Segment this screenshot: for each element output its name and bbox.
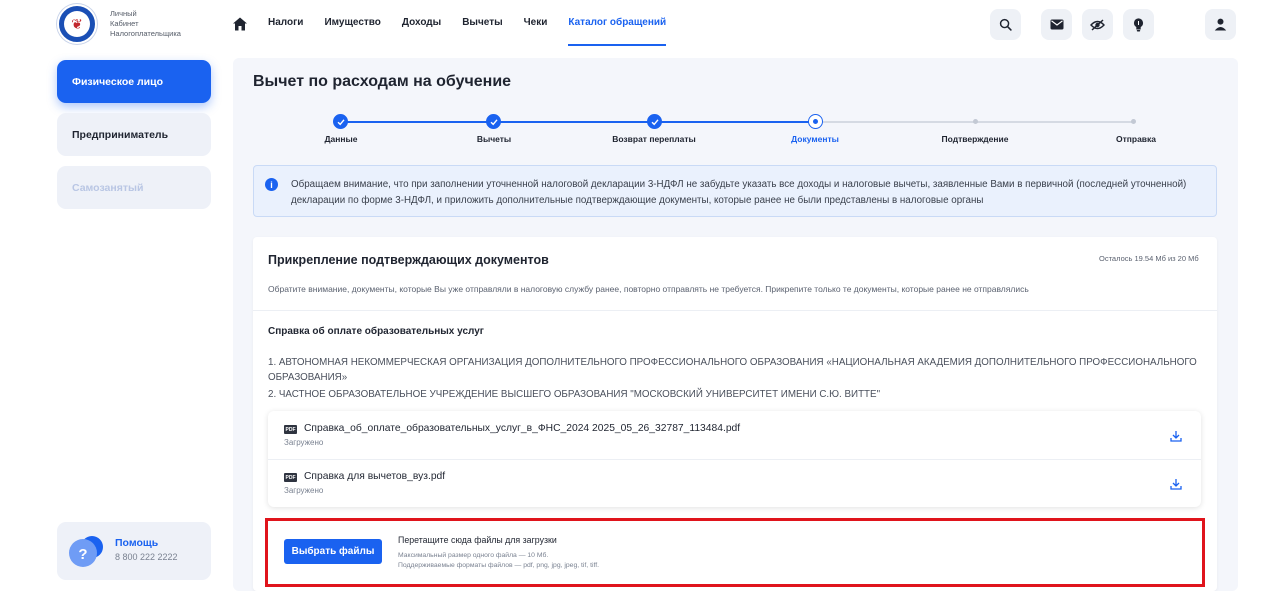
download-icon[interactable]: [1170, 430, 1182, 442]
sidebar-item-self-employed[interactable]: Самозанятый: [57, 166, 211, 209]
main-nav: Налоги Имущество Доходы Вычеты Чеки Ката…: [268, 0, 687, 48]
dropzone-format-hint: Поддерживаемые форматы файлов — pdf, png…: [398, 562, 600, 569]
info-notice: i Обращаем внимание, что при заполнении …: [253, 165, 1217, 217]
mail-icon: [1050, 19, 1063, 30]
sidebar-item-individual[interactable]: Физическое лицо: [57, 60, 211, 103]
step-confirmation-dot-icon: [973, 119, 978, 124]
step-deductions-check-icon[interactable]: [486, 114, 501, 129]
help-widget[interactable]: ? Помощь 8 800 222 2222: [57, 522, 211, 580]
dropzone-size-hint: Максимальный размер одного файла — 10 Мб…: [398, 552, 549, 559]
emblem-icon: ❦: [64, 11, 90, 37]
step-label-data: Данные: [324, 134, 358, 144]
uploaded-files-list: PDF Справка_об_оплате_образовательных_ус…: [268, 411, 1201, 507]
progress-stepper: Данные Вычеты Возврат переплаты Документ…: [253, 112, 1217, 148]
section-title: Справка об оплате образовательных услуг: [268, 326, 484, 337]
svg-text:?: ?: [78, 546, 87, 563]
download-icon[interactable]: [1170, 478, 1182, 490]
institution-item: 1. АВТОНОМНАЯ НЕКОММЕРЧЕСКАЯ ОРГАНИЗАЦИЯ…: [268, 357, 1197, 383]
sidebar-item-entrepreneur[interactable]: Предприниматель: [57, 113, 211, 156]
attach-title: Прикрепление подтверждающих документов: [268, 253, 549, 267]
step-label-documents: Документы: [791, 134, 839, 144]
home-icon[interactable]: [232, 16, 248, 32]
brand-text[interactable]: Личный Кабинет Налогоплательщика: [110, 9, 181, 39]
messages-button[interactable]: [1041, 9, 1072, 40]
pdf-file-icon: PDF: [284, 473, 297, 482]
nav-item-taxes[interactable]: Налоги: [268, 0, 303, 48]
institution-item: 2. ЧАСТНОЕ ОБРАЗОВАТЕЛЬНОЕ УЧРЕЖДЕНИЕ ВЫ…: [268, 389, 881, 400]
brand-line: Кабинет: [110, 19, 139, 28]
step-label-refund: Возврат переплаты: [612, 134, 696, 144]
file-status: Загружено: [284, 438, 324, 447]
help-phone[interactable]: 8 800 222 2222: [115, 552, 178, 562]
nav-item-deductions[interactable]: Вычеты: [462, 0, 502, 48]
step-label-send: Отправка: [1115, 134, 1157, 144]
divider: [253, 310, 1217, 311]
eye-off-icon: [1090, 18, 1105, 31]
info-icon: i: [265, 178, 278, 191]
lightbulb-icon: [1133, 17, 1144, 31]
help-title: Помощь: [115, 537, 159, 549]
tips-button[interactable]: [1123, 9, 1154, 40]
visibility-toggle-button[interactable]: [1082, 9, 1113, 40]
user-icon: [1214, 18, 1227, 31]
pdf-file-icon: PDF: [284, 425, 297, 434]
file-row: PDF Справка_об_оплате_образовательных_ус…: [268, 411, 1201, 459]
choose-files-button[interactable]: Выбрать файлы: [284, 539, 382, 564]
brand-line: Налогоплательщика: [110, 29, 181, 38]
step-label-confirmation: Подтверждение: [941, 134, 1009, 144]
step-data-check-icon[interactable]: [333, 114, 348, 129]
file-name[interactable]: Справка для вычетов_вуз.pdf: [304, 471, 445, 482]
search-button[interactable]: [990, 9, 1021, 40]
page-title: Вычет по расходам на обучение: [253, 73, 512, 90]
file-row: PDF Справка для вычетов_вуз.pdf Загружен…: [268, 459, 1201, 507]
notice-text: Обращаем внимание, что при заполнении ут…: [291, 179, 1187, 206]
file-dropzone[interactable]: Выбрать файлы Перетащите сюда файлы для …: [265, 518, 1205, 587]
search-icon: [999, 18, 1012, 31]
top-header: ❦ Личный Кабинет Налогоплательщика Налог…: [0, 0, 1280, 48]
nav-item-income[interactable]: Доходы: [402, 0, 441, 48]
fns-emblem-logo[interactable]: ❦: [57, 4, 97, 44]
storage-remaining: Осталось 19.54 Мб из 20 Мб: [1099, 254, 1199, 263]
file-name[interactable]: Справка_об_оплате_образовательных_услуг_…: [304, 423, 740, 434]
nav-item-requests-catalog[interactable]: Каталог обращений: [568, 0, 666, 48]
step-label-deductions: Вычеты: [476, 134, 512, 144]
dropzone-title: Перетащите сюда файлы для загрузки: [398, 535, 557, 545]
step-refund-check-icon[interactable]: [647, 114, 662, 129]
help-chat-icon: ?: [69, 536, 103, 567]
stepper-line-done: [340, 121, 815, 123]
attach-subtitle: Обратите внимание, документы, которые Вы…: [268, 284, 1029, 294]
profile-button[interactable]: [1205, 9, 1236, 40]
nav-item-receipts[interactable]: Чеки: [524, 0, 548, 48]
step-send-dot-icon: [1131, 119, 1136, 124]
step-documents-current-icon[interactable]: [808, 114, 823, 129]
nav-item-property[interactable]: Имущество: [324, 0, 380, 48]
brand-line: Личный: [110, 9, 137, 18]
file-status: Загружено: [284, 486, 324, 495]
